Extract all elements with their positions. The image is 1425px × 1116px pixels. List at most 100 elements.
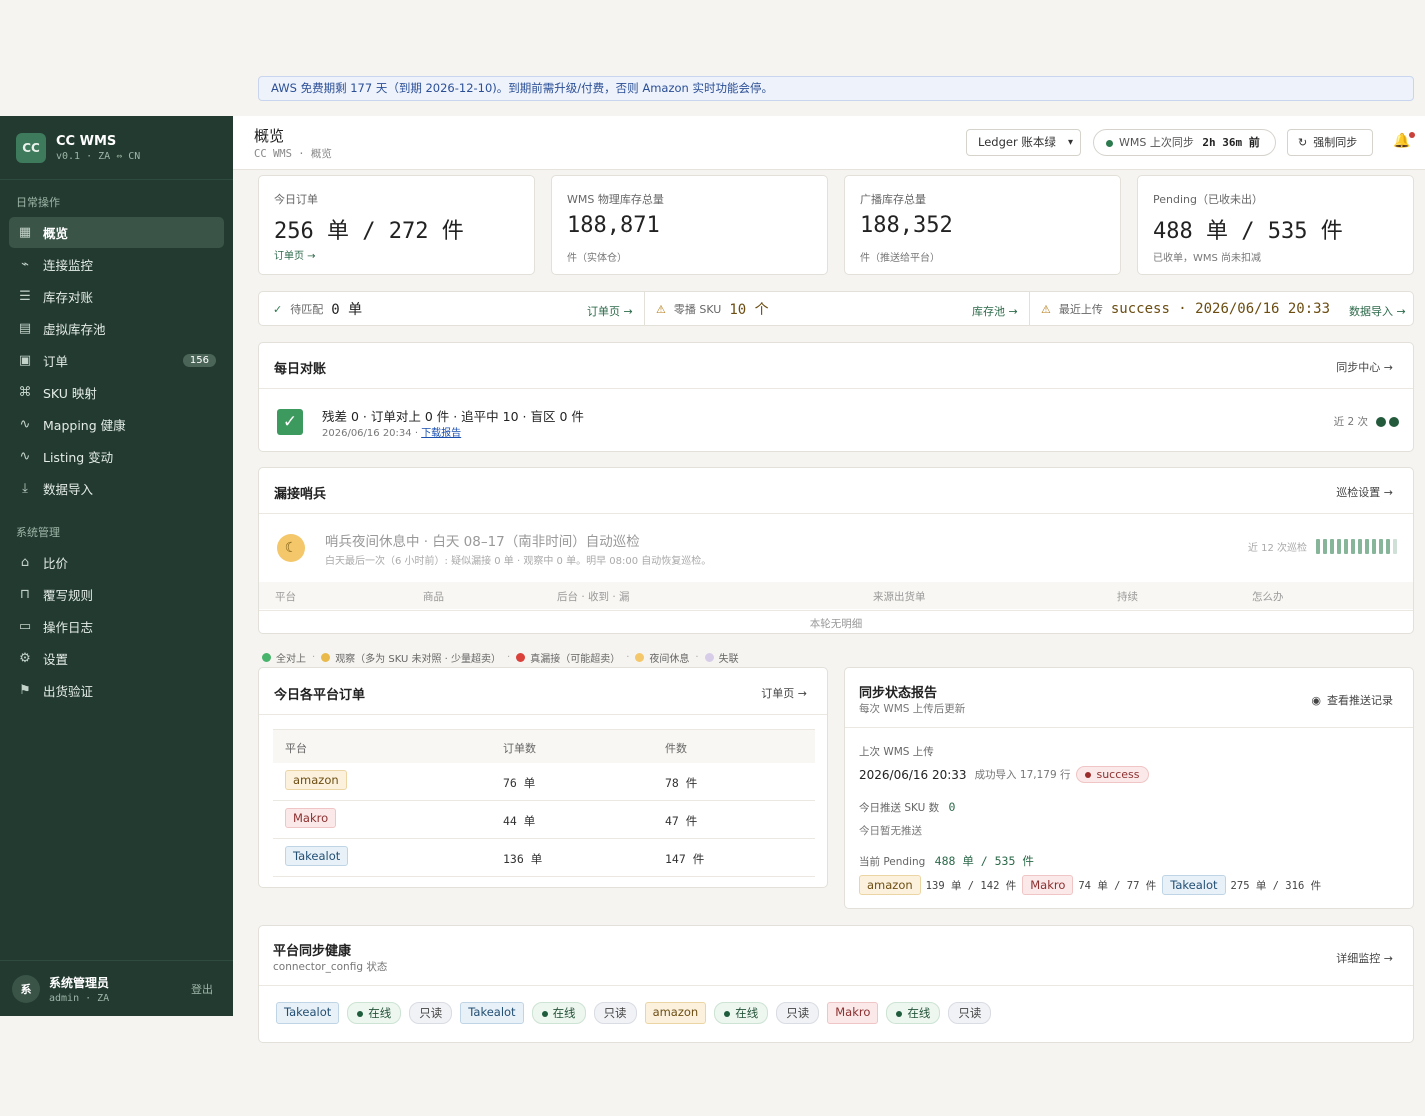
download-report-link[interactable]: 下载报告 — [421, 428, 461, 439]
recon-dot — [1376, 416, 1386, 427]
orders-page-link[interactable]: 订单页 → — [761, 685, 807, 701]
platform-tag: Makro — [1022, 875, 1074, 895]
warning-icon: ⚠ — [1041, 302, 1051, 316]
check-icon: ✓ — [273, 302, 283, 316]
platform-tag: Takealot — [1162, 875, 1226, 895]
online-badge: 在线 — [714, 1002, 769, 1024]
flag-icon: ⚑ — [19, 683, 31, 698]
force-sync-button[interactable]: ↻ 强制同步 — [1287, 129, 1373, 156]
sidebar-item-label: Mapping 健康 — [43, 418, 126, 433]
kpi-value: 188,871 — [567, 213, 660, 238]
kpi-sub: 件（实体仓） — [567, 253, 627, 264]
platform-tag[interactable]: Takealot — [276, 1002, 340, 1024]
sidebar-item[interactable]: ⚑ 出货验证 — [9, 675, 224, 706]
nav-section-system: 系统管理 — [16, 526, 60, 539]
strip-upload-label: 最近上传 — [1058, 303, 1103, 316]
logout-button[interactable]: 登出 — [191, 981, 213, 997]
strip-import-link[interactable]: 数据导入 → — [1349, 303, 1406, 319]
patrol-bar — [1323, 539, 1327, 554]
section-title: 平台同步健康 — [273, 944, 352, 959]
sidebar-item[interactable]: ∿ Mapping 健康 — [9, 409, 224, 440]
sidebar-item[interactable]: ⚙ 设置 — [9, 643, 224, 674]
view-push-log-link[interactable]: ◉ 查看推送记录 — [1311, 692, 1393, 708]
patrol-history: 近 12 次巡检 — [1248, 539, 1397, 554]
sentry-status: 哨兵夜间休息中 · 白天 08–17（南非时间）自动巡检 — [325, 534, 640, 550]
sidebar-item[interactable]: ▭ 操作日志 — [9, 611, 224, 642]
sidebar-item[interactable]: ⊓ 覆写规则 — [9, 579, 224, 610]
kpi-value: 188,352 — [860, 213, 953, 238]
sidebar-item[interactable]: ⌂ 比价 — [9, 547, 224, 578]
plug-icon: ⌁ — [21, 257, 29, 272]
legend-separator: · — [312, 652, 316, 663]
patrol-bar — [1337, 539, 1341, 554]
patrol-settings-link[interactable]: 巡检设置 → — [1336, 484, 1393, 500]
strip-zero-label: 零播 SKU — [673, 303, 722, 316]
legend-separator: · — [695, 652, 699, 663]
col-platform: 平台 — [275, 591, 296, 603]
recon-summary: 残差 0 · 订单对上 0 件 · 追平中 10 · 盲区 0 件 — [322, 409, 584, 424]
daily-recon-card: 每日对账 同步中心 → ✓ 残差 0 · 订单对上 0 件 · 追平中 10 ·… — [258, 342, 1414, 452]
col-product: 商品 — [423, 591, 444, 603]
platform-tag[interactable]: amazon — [644, 1002, 707, 1024]
sliders-icon: ☰ — [19, 289, 31, 304]
strip-zero-sku: ⚠ 零播 SKU 10 个 — [656, 292, 769, 326]
readonly-badge: 只读 — [593, 1002, 637, 1024]
platform-orders-card: 今日各平台订单 订单页 → 平台 订单数 件数 amazon 76 单 78 件… — [258, 667, 828, 888]
calendar-icon: ▣ — [18, 353, 32, 368]
sidebar-item[interactable]: ⤓ 数据导入 — [9, 473, 224, 504]
readonly-badge: 只读 — [776, 1002, 820, 1024]
divider — [845, 727, 1413, 728]
kpi-label: WMS 物理库存总量 — [567, 193, 664, 206]
strip-pending: ✓ 待匹配 0 单 — [273, 292, 362, 326]
sentry-legend: 全对上 · 观察（多为 SKU 未对照 · 少量超卖） · 真漏接（可能超卖） · 夜间休息… — [262, 650, 739, 665]
sync-label: WMS 上次同步 — [1119, 136, 1194, 149]
kpi-sub: 件（推送给平台） — [860, 253, 940, 264]
refresh-icon: ↻ — [1298, 136, 1308, 149]
orders-page-link[interactable]: 订单页 → — [274, 247, 316, 262]
brand-logo: CC — [16, 132, 46, 163]
sidebar-item-label: 比价 — [43, 556, 69, 571]
legend-label: 失联 — [718, 654, 739, 665]
strip-pool-link[interactable]: 库存池 → — [972, 303, 1018, 319]
push-sku-label: 今日推送 SKU 数 — [859, 802, 940, 814]
legend-dot — [516, 653, 526, 662]
readonly-badge: 只读 — [409, 1002, 453, 1024]
platform-tag: amazon — [859, 875, 921, 895]
sidebar-item[interactable]: ∿ Listing 变动 — [9, 441, 224, 472]
sidebar-item[interactable]: ▣ 订单 156 — [9, 345, 224, 376]
pending-amount: 139 单 / 142 件 — [925, 879, 1017, 892]
sidebar-item-label: 设置 — [43, 652, 69, 667]
recent-recon: 近 2 次 — [1334, 414, 1399, 429]
items-count: 47 件 — [665, 814, 698, 828]
push-sku-value: 0 — [948, 800, 956, 814]
table-row[interactable]: Makro 44 单 47 件 — [273, 801, 815, 839]
brand[interactable]: CC CC WMS v0.1 · ZA ⇔ CN — [0, 116, 233, 180]
strip-pending-value: 0 单 — [331, 302, 363, 318]
patrol-bar — [1316, 539, 1320, 554]
sidebar-item[interactable]: ☰ 库存对账 — [9, 281, 224, 312]
recon-dot — [1389, 416, 1399, 427]
top-header: 概览 CC WMS · 概览 Ledger 账本绿 ▾ WMS 上次同步 2h … — [233, 116, 1425, 170]
bell-icon[interactable]: 🔔 — [1393, 133, 1410, 149]
detailed-monitor-link[interactable]: 详细监控 → — [1336, 950, 1393, 966]
sidebar-item[interactable]: ▤ 虚拟库存池 — [9, 313, 224, 344]
strip-orders-link[interactable]: 订单页 → — [587, 303, 633, 319]
legend-dot — [262, 653, 271, 662]
sidebar-item[interactable]: ⌘ SKU 映射 — [9, 377, 224, 408]
status-strip: ✓ 待匹配 0 单 订单页 → ⚠ 零播 SKU 10 个 库存池 → ⚠ 最近… — [258, 291, 1414, 326]
download-icon: ⤓ — [22, 481, 28, 496]
sidebar-item[interactable]: ⌁ 连接监控 — [9, 249, 224, 280]
kpi-sub: 已收单，WMS 尚未扣减 — [1153, 253, 1262, 264]
avatar[interactable]: 系 — [12, 974, 40, 1003]
platform-tag[interactable]: Makro — [827, 1002, 879, 1024]
platform-tag[interactable]: Takealot — [460, 1002, 524, 1024]
brand-version: v0.1 · ZA ⇔ CN — [56, 150, 141, 162]
gear-icon: ⚙ — [19, 651, 31, 666]
sync-center-link[interactable]: 同步中心 → — [1336, 359, 1393, 375]
sidebar-item[interactable]: ▦ 概览 — [9, 217, 224, 248]
sentry-detail: 白天最后一次（6 小时前）: 疑似漏接 0 单 · 观察中 0 单。明早 08:… — [325, 556, 712, 567]
kpi-label: 今日订单 — [274, 193, 318, 206]
table-row[interactable]: amazon 76 单 78 件 — [273, 763, 815, 801]
ledger-select[interactable]: Ledger 账本绿 ▾ — [966, 129, 1081, 156]
table-row[interactable]: Takealot 136 单 147 件 — [273, 839, 815, 877]
